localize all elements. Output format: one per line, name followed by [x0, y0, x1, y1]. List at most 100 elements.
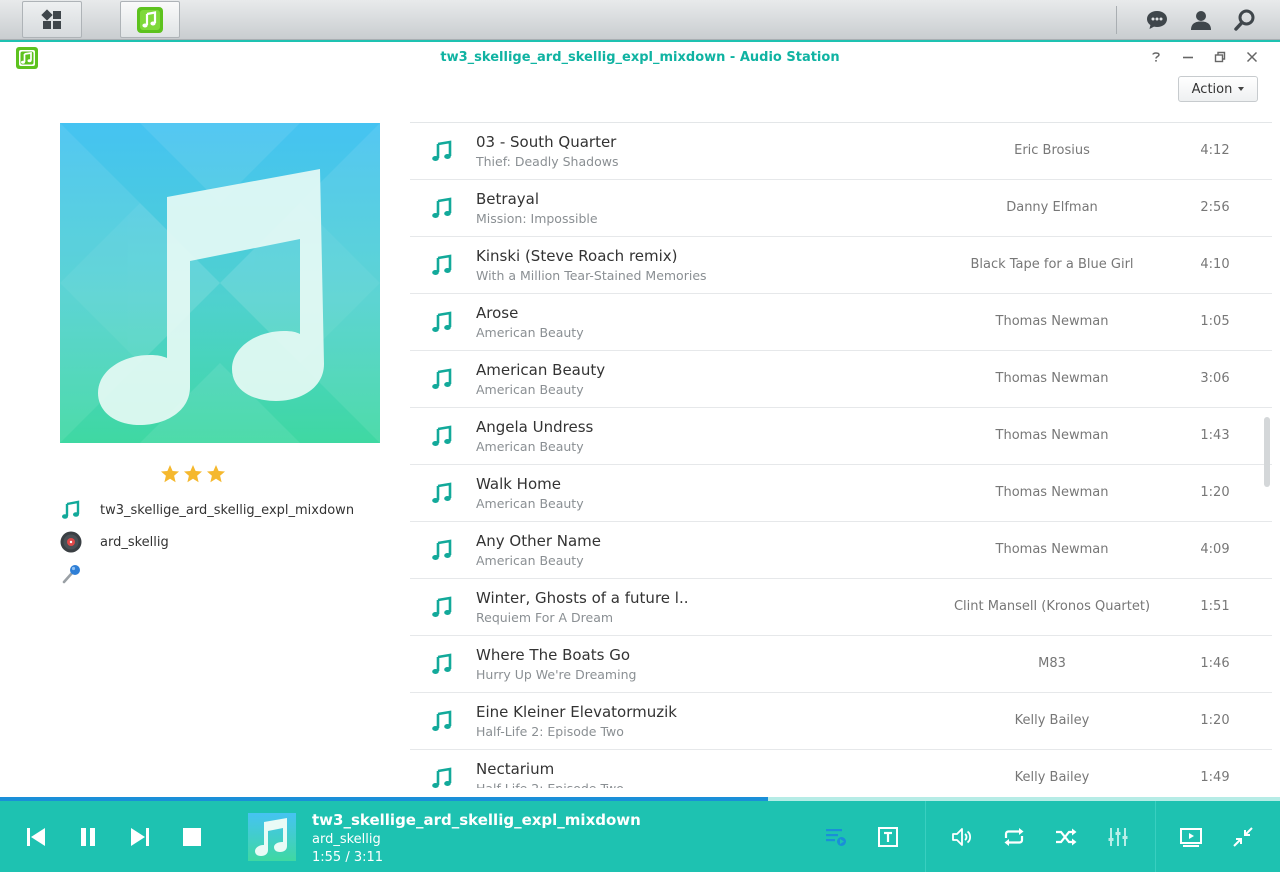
video-output-button[interactable] — [1176, 822, 1206, 852]
restore-button[interactable] — [1212, 49, 1228, 65]
info-artist-row — [60, 563, 100, 585]
track-row[interactable]: Nectarium Half-Life 2: Episode Two Kelly B… — [410, 750, 1272, 788]
track-artist: Black Tape for a Blue Girl — [970, 257, 1134, 272]
track-duration: 1:20 — [1200, 713, 1230, 728]
close-button[interactable] — [1244, 49, 1260, 65]
track-duration: 4:10 — [1200, 257, 1230, 272]
music-note-icon — [62, 500, 80, 519]
help-button[interactable] — [1148, 49, 1164, 65]
track-album: With a Million Tear-Stained Memories — [476, 268, 707, 283]
track-row[interactable]: American Beauty American Beauty Thomas New… — [410, 351, 1272, 408]
info-song-row: tw3_skellige_ard_skellig_expl_mixdown — [60, 499, 354, 521]
track-list: 03 - South Quarter Thief: Deadly Shadows E… — [410, 122, 1272, 788]
info-album-name[interactable]: ard_skellig — [100, 535, 169, 550]
equalizer-button[interactable] — [1103, 822, 1133, 852]
user-icon — [1191, 11, 1211, 30]
volume-icon — [952, 828, 972, 846]
track-album: Requiem For A Dream — [476, 610, 614, 625]
track-row[interactable]: Eine Kleiner Elevatormuzik Half-Life 2: E… — [410, 693, 1272, 750]
track-title: Any Other Name — [476, 532, 602, 550]
shuffle-icon — [1056, 828, 1077, 846]
restore-icon — [1214, 51, 1226, 63]
player-separator — [925, 801, 926, 872]
track-duration: 1:43 — [1200, 428, 1230, 443]
track-row[interactable]: Betrayal Mission: Impossible Danny Elfman 2… — [410, 180, 1272, 237]
track-title: Angela Undress — [476, 418, 594, 436]
track-artist: Thomas Newman — [995, 485, 1109, 500]
track-artist: Thomas Newman — [995, 542, 1109, 557]
playlist-icon — [826, 829, 846, 846]
lyrics-button[interactable] — [873, 822, 903, 852]
track-duration: 4:09 — [1200, 542, 1230, 557]
track-list-scrollbar[interactable] — [1264, 417, 1270, 487]
window-title: tw3_skellige_ard_skellig_expl_mixdown - … — [440, 50, 840, 65]
track-artist: Kelly Bailey — [1014, 713, 1090, 728]
chat-button[interactable] — [1142, 5, 1172, 35]
previous-button[interactable] — [21, 822, 51, 852]
star-icon[interactable] — [160, 464, 180, 484]
track-row[interactable]: Walk Home American Beauty Thomas Newman 1:2… — [410, 465, 1272, 522]
lyrics-icon — [878, 827, 898, 847]
search-button[interactable] — [1230, 5, 1260, 35]
track-title: Arose — [476, 304, 519, 322]
user-button[interactable] — [1186, 5, 1216, 35]
main-menu-button[interactable] — [22, 1, 82, 38]
now-playing-album: ard_skellig — [312, 832, 381, 847]
next-button[interactable] — [125, 822, 155, 852]
repeat-icon — [1004, 828, 1024, 846]
track-artist: Thomas Newman — [995, 428, 1109, 443]
now-playing-title: tw3_skellige_ard_skellig_expl_mixdown — [312, 811, 641, 829]
track-row[interactable]: Arose American Beauty Thomas Newman 1:05 — [410, 294, 1272, 351]
info-song-title: tw3_skellige_ard_skellig_expl_mixdown — [100, 502, 355, 518]
playlist-button[interactable] — [821, 822, 851, 852]
track-artist: Clint Mansell (Kronos Quartet) — [953, 599, 1151, 614]
mini-player-button[interactable] — [1228, 822, 1258, 852]
next-icon — [131, 828, 149, 846]
chevron-down-icon — [1238, 87, 1245, 91]
close-icon — [1246, 51, 1258, 63]
track-album: American Beauty — [476, 439, 584, 454]
repeat-button[interactable] — [999, 822, 1029, 852]
music-note-icon — [432, 197, 452, 218]
track-title: Eine Kleiner Elevatormuzik — [476, 703, 677, 721]
pause-button[interactable] — [73, 822, 103, 852]
shuffle-button[interactable] — [1051, 822, 1081, 852]
track-row[interactable]: 03 - South Quarter Thief: Deadly Shadows E… — [410, 123, 1272, 180]
track-album: Hurry Up We're Dreaming — [476, 667, 637, 682]
track-duration: 2:56 — [1200, 200, 1230, 215]
action-dropdown-button[interactable]: Action — [1178, 76, 1258, 102]
track-row[interactable]: Kinski (Steve Roach remix) With a Million… — [410, 237, 1272, 294]
search-icon — [1234, 9, 1255, 31]
music-note-icon — [432, 596, 452, 617]
music-note-icon — [432, 254, 452, 275]
track-row[interactable]: Any Other Name American Beauty Thomas Newm… — [410, 522, 1272, 579]
track-duration: 1:46 — [1200, 656, 1230, 671]
window-controls — [1148, 49, 1260, 65]
album-cover — [60, 123, 380, 443]
track-title: Kinski (Steve Roach remix) — [476, 247, 678, 265]
audio-station-taskbar-button[interactable] — [120, 1, 180, 38]
track-artist: Danny Elfman — [1006, 200, 1098, 215]
action-label: Action — [1191, 81, 1233, 97]
track-duration: 1:20 — [1200, 485, 1230, 500]
track-title: Walk Home — [476, 475, 561, 493]
now-playing-time: 1:55 / 3:11 — [312, 850, 384, 865]
track-row[interactable]: Where The Boats Go Hurry Up We're Dreamin… — [410, 636, 1272, 693]
stop-button[interactable] — [177, 822, 207, 852]
star-icon[interactable] — [206, 464, 226, 484]
music-note-icon — [432, 311, 452, 332]
stop-icon — [183, 828, 201, 846]
track-artist: Kelly Bailey — [1014, 770, 1090, 785]
track-row[interactable]: Angela Undress American Beauty Thomas Newm… — [410, 408, 1272, 465]
music-note-icon — [432, 653, 452, 674]
microphone-icon — [62, 565, 80, 584]
rating-stars[interactable] — [160, 464, 226, 484]
music-note-icon — [432, 710, 452, 731]
track-title: Nectarium — [476, 760, 555, 778]
star-icon[interactable] — [183, 464, 203, 484]
volume-button[interactable] — [947, 822, 977, 852]
track-row[interactable]: Winter, Ghosts of a future l.. Requiem Fo… — [410, 579, 1272, 636]
minimize-button[interactable] — [1180, 49, 1196, 65]
minimize-icon — [1183, 56, 1193, 59]
previous-icon — [27, 828, 45, 846]
